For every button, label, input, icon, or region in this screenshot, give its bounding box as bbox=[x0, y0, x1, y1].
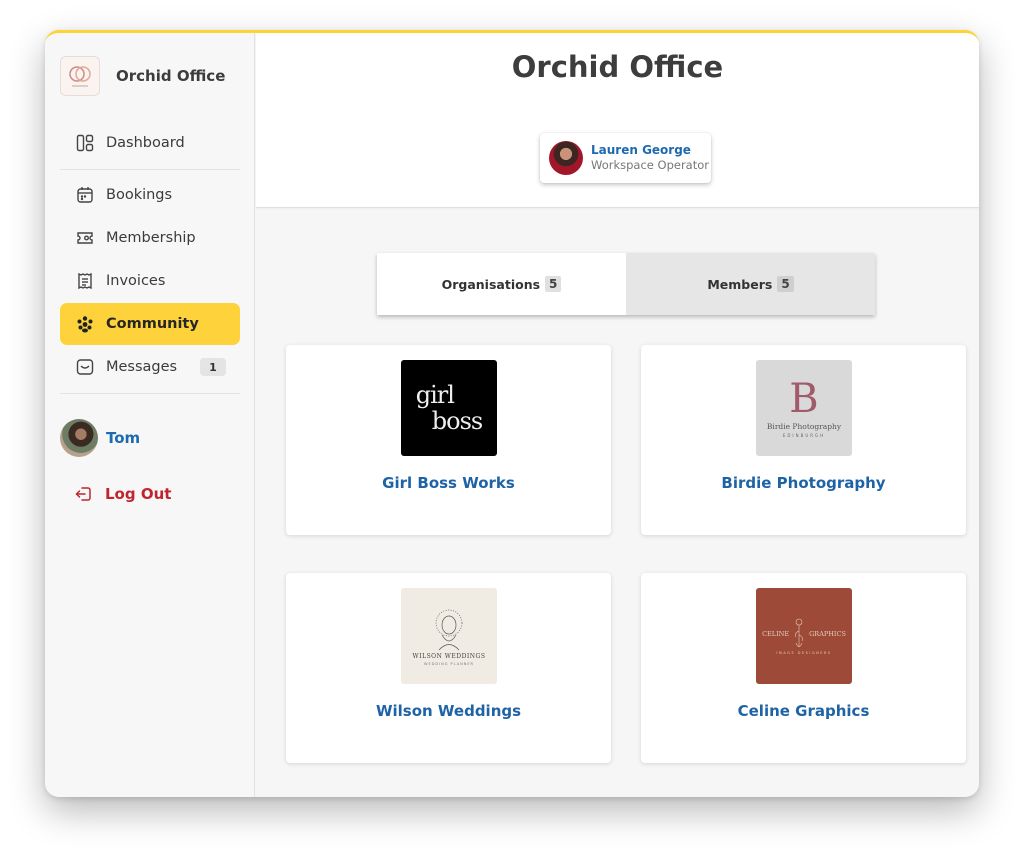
logout-button[interactable]: Log Out bbox=[75, 485, 171, 503]
logo-text: girl bbox=[415, 381, 455, 409]
operator-card[interactable]: Lauren George Workspace Operator bbox=[540, 133, 711, 183]
brand[interactable]: Orchid Office bbox=[60, 56, 225, 96]
flower-illustration bbox=[795, 618, 803, 647]
tab-label: Organisations bbox=[441, 276, 541, 292]
logo-text: WILSON WEDDINGS bbox=[412, 652, 486, 660]
sidebar-item-label: Dashboard bbox=[106, 135, 185, 151]
logo-text: IMAGE DESIGNERS bbox=[776, 651, 832, 655]
brand-name: Orchid Office bbox=[116, 67, 226, 85]
logo-text: B bbox=[789, 376, 819, 422]
divider bbox=[60, 393, 240, 394]
receipt-icon bbox=[76, 272, 94, 290]
sidebar-item-label: Bookings bbox=[106, 187, 173, 203]
sidebar-item-messages[interactable]: Messages 1 bbox=[60, 346, 240, 388]
tab-count-badge: 5 bbox=[545, 276, 562, 292]
organisation-name[interactable]: Wilson Weddings bbox=[286, 702, 611, 720]
logo-text: CELINE bbox=[762, 630, 790, 638]
sidebar-item-label: Community bbox=[106, 316, 199, 332]
organisation-logo: CELINE GRAPHICS IMAGE DESIGNERS bbox=[756, 588, 852, 684]
people-icon bbox=[76, 315, 94, 333]
logo-text: EDINBURGH bbox=[782, 433, 826, 438]
organisation-card[interactable]: CELINE GRAPHICS IMAGE DESIGNERS Celine G… bbox=[641, 573, 966, 763]
user-name: Tom bbox=[106, 429, 141, 447]
divider bbox=[60, 169, 240, 170]
app-window: Orchid Office Dashboard Bookings Members… bbox=[45, 30, 979, 797]
sidebar: Orchid Office Dashboard Bookings Members… bbox=[45, 33, 255, 797]
organisation-name[interactable]: Celine Graphics bbox=[641, 702, 966, 720]
sidebar-item-bookings[interactable]: Bookings bbox=[60, 174, 240, 216]
tab-organisations[interactable]: Organisations 5 bbox=[377, 253, 626, 315]
organisation-card[interactable]: B Birdie Photography EDINBURGH Birdie Ph… bbox=[641, 345, 966, 535]
organisation-name[interactable]: Girl Boss Works bbox=[286, 474, 611, 492]
organisation-logo: girl boss bbox=[401, 360, 497, 456]
page-header: Orchid Office Lauren George Workspace Op… bbox=[256, 33, 979, 208]
avatar bbox=[60, 419, 98, 457]
logo-text: boss bbox=[431, 407, 483, 435]
tab-count-badge: 5 bbox=[777, 276, 794, 292]
organisation-logo: B Birdie Photography EDINBURGH bbox=[756, 360, 852, 456]
ticket-icon bbox=[76, 229, 94, 247]
logo-text: Birdie Photography bbox=[766, 422, 842, 431]
sidebar-item-membership[interactable]: Membership bbox=[60, 217, 240, 259]
tab-label: Members bbox=[707, 276, 773, 292]
sidebar-item-label: Invoices bbox=[106, 273, 166, 289]
organisation-logo: WILSON WEDDINGS WEDDING PLANNER bbox=[401, 588, 497, 684]
tab-members[interactable]: Members 5 bbox=[626, 253, 875, 315]
user-profile-link[interactable]: Tom bbox=[60, 419, 140, 457]
community-tabs: Organisations 5 Members 5 bbox=[377, 253, 875, 315]
organisation-card[interactable]: girl boss Girl Boss Works bbox=[286, 345, 611, 535]
sidebar-item-invoices[interactable]: Invoices bbox=[60, 260, 240, 302]
page-title: Orchid Office bbox=[511, 50, 724, 84]
logo-text: GRAPHICS bbox=[809, 630, 846, 638]
portrait-illustration bbox=[435, 609, 463, 650]
brand-logo bbox=[60, 56, 100, 96]
logout-label: Log Out bbox=[105, 485, 172, 503]
messages-count-badge: 1 bbox=[200, 358, 226, 376]
organisation-name[interactable]: Birdie Photography bbox=[641, 474, 966, 492]
operator-role: Workspace Operator bbox=[591, 158, 709, 172]
sidebar-item-dashboard[interactable]: Dashboard bbox=[60, 122, 240, 164]
operator-avatar bbox=[549, 141, 583, 175]
dashboard-icon bbox=[76, 134, 94, 152]
sidebar-item-label: Membership bbox=[106, 230, 196, 246]
operator-name: Lauren George bbox=[591, 143, 691, 157]
inbox-icon bbox=[76, 358, 94, 376]
sidebar-item-community[interactable]: Community bbox=[60, 303, 240, 345]
sidebar-item-label: Messages bbox=[106, 359, 178, 375]
main-content: Orchid Office Lauren George Workspace Op… bbox=[256, 33, 979, 797]
calendar-icon bbox=[76, 186, 94, 204]
organisation-card[interactable]: WILSON WEDDINGS WEDDING PLANNER Wilson W… bbox=[286, 573, 611, 763]
logo-text: WEDDING PLANNER bbox=[424, 661, 474, 666]
logout-icon bbox=[75, 485, 93, 503]
